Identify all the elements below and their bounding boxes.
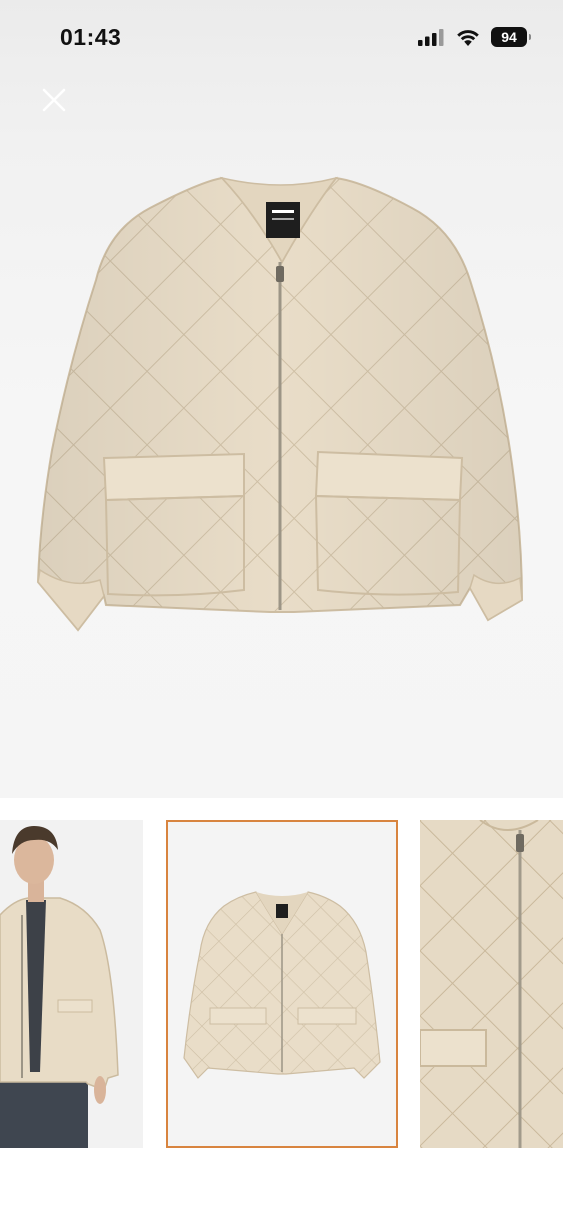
- product-image-viewer: 01:43 94: [0, 0, 563, 798]
- battery-icon: 94: [491, 27, 531, 47]
- main-product-image[interactable]: [0, 150, 563, 670]
- jacket-flat-lay-photo: [168, 822, 396, 1146]
- battery-level: 94: [501, 29, 517, 45]
- thumbnail-flat-lay-selected[interactable]: [166, 820, 398, 1148]
- thumbnail-strip: [0, 820, 563, 1148]
- thumbnail-detail[interactable]: [420, 820, 563, 1148]
- wifi-icon: [457, 29, 479, 46]
- close-icon: [42, 88, 66, 112]
- cellular-signal-icon: [418, 29, 444, 46]
- status-icons: 94: [417, 27, 531, 47]
- jacket-detail-closeup-photo: [420, 820, 563, 1148]
- close-button[interactable]: [36, 82, 72, 118]
- thumbnail-model[interactable]: [0, 820, 143, 1148]
- status-time: 01:43: [60, 24, 122, 50]
- model-wearing-jacket-photo: [0, 820, 143, 1148]
- status-bar: 01:43 94: [0, 0, 563, 75]
